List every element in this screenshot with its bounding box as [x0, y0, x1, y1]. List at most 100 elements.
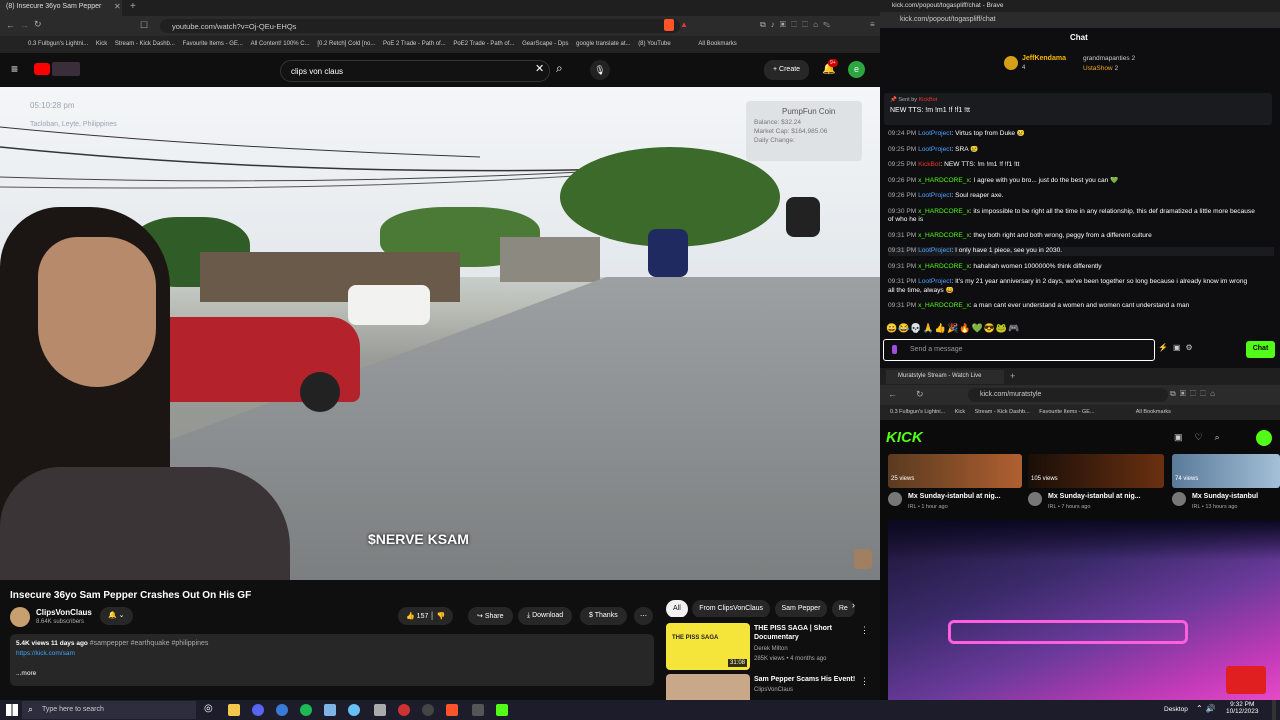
system-tray-icons[interactable]: ⌃🔊	[1196, 704, 1219, 713]
hashtags[interactable]: #sampepper #earthquake #philippines	[90, 640, 209, 647]
kick-logo[interactable]: KICK	[886, 429, 923, 446]
task-view-icon[interactable]: ◎	[204, 703, 213, 714]
taskbar-search-input[interactable]: Type here to search	[22, 701, 196, 719]
channel-avatar[interactable]	[1028, 492, 1042, 506]
search-input[interactable]: clips von claus	[280, 60, 550, 82]
brave-shield-icon[interactable]	[664, 19, 674, 31]
chat-message[interactable]: 09:31 PM x_HARDCORE_x: hahahah women 100…	[888, 263, 1274, 272]
chips-next-icon[interactable]: ›	[852, 600, 855, 610]
new-tab-icon[interactable]: +	[130, 1, 136, 12]
kick-nav-icons[interactable]: ▣♡⌕	[1174, 432, 1232, 443]
edge-icon[interactable]	[276, 704, 288, 716]
menu-icon[interactable]: ≡	[870, 20, 875, 29]
chip-from-channel[interactable]: From ClipsVonClaus	[692, 600, 771, 617]
url-field[interactable]: kick.com/muratstyle	[968, 388, 1168, 402]
app-icon[interactable]	[374, 704, 386, 716]
hamburger-menu-icon[interactable]: ≡	[11, 62, 18, 76]
vod-thumbnail[interactable]: 74 views	[1172, 454, 1280, 488]
chat-message[interactable]: 09:26 PM x_HARDCORE_x: I agree with you …	[888, 177, 1274, 186]
spotify-icon[interactable]	[300, 704, 312, 716]
bookmark-item[interactable]: Stream - Kick Dashb...	[115, 41, 175, 47]
brave-rewards-icon[interactable]: ▲	[680, 20, 688, 29]
show-desktop-button[interactable]	[1272, 700, 1276, 720]
chat-url-bar[interactable]: kick.com/popout/togaspliff/chat	[880, 12, 1280, 28]
forward-icon[interactable]: →	[20, 20, 29, 30]
share-button[interactable]: ↪ Share	[468, 607, 513, 625]
new-tab-icon[interactable]: +	[1010, 371, 1015, 381]
chat-message[interactable]: 09:25 PM KickBot: NEW TTS: !m !m1 !f !f1…	[888, 161, 1274, 170]
rec-thumbnail[interactable]	[666, 674, 750, 700]
pinned-message[interactable]: 📌 Sent by KickBot NEW TTS: !m !m1 !f !f1…	[884, 93, 1272, 125]
chip-all[interactable]: All	[666, 600, 688, 617]
send-chat-button[interactable]: Chat	[1246, 341, 1275, 358]
steam-icon[interactable]	[348, 704, 360, 716]
desktop-label[interactable]: Desktop	[1164, 706, 1188, 713]
rec-thumbnail[interactable]: THE PISS SAGA 31:08	[666, 623, 750, 670]
all-bookmarks[interactable]: All Bookmarks	[1136, 409, 1171, 415]
bookmark-item[interactable]: google translate at...	[576, 41, 630, 47]
chat-message[interactable]: 09:25 PM LootProject: SRA 😢	[888, 146, 1274, 155]
avatar[interactable]	[1256, 430, 1272, 446]
windows-start-icon[interactable]	[6, 704, 18, 716]
bookmark-item[interactable]: PoE 2 Trade - Path of...	[383, 41, 446, 47]
back-icon[interactable]: ←	[6, 20, 15, 30]
rec-channel[interactable]: ClipsVonClaus	[754, 687, 793, 693]
reload-icon[interactable]: ↻	[34, 19, 42, 30]
channel-avatar[interactable]	[1172, 492, 1186, 506]
rec-title[interactable]: THE PISS SAGA | Short Documentary	[754, 624, 854, 642]
bookmark-item[interactable]: GearScape - Dps	[522, 41, 568, 47]
app-icon[interactable]	[422, 704, 434, 716]
rec-more-icon[interactable]: ⋮	[860, 625, 869, 636]
all-bookmarks[interactable]: All Bookmarks	[698, 41, 736, 47]
obs-icon[interactable]	[398, 704, 410, 716]
extension-icons[interactable]: ⧉▣⬚⬚⌂	[1170, 389, 1219, 399]
chat-input[interactable]: Send a message	[883, 339, 1155, 361]
bookmark-item[interactable]: Stream - Kick Dashb...	[975, 409, 1030, 415]
rec-more-icon[interactable]: ⋮	[860, 676, 869, 687]
vod-thumbnail[interactable]: 105 views	[1028, 454, 1164, 488]
chat-message[interactable]: 09:24 PM LootProject: Virtus top from Du…	[888, 130, 1274, 139]
microphone-icon[interactable]: 🎙	[590, 60, 610, 80]
microphone-icon[interactable]	[892, 345, 897, 354]
app-icon[interactable]	[324, 704, 336, 716]
chat-tool-icons[interactable]: ⚡▣⚙	[1158, 343, 1198, 352]
vod-title[interactable]: Mx Sunday-istanbul at nig...	[908, 493, 1001, 500]
chat-message[interactable]: 09:31 PM x_HARDCORE_x: they both right a…	[888, 232, 1274, 241]
youtube-tab[interactable]: (8) Insecure 36yo Sam Pepper	[0, 0, 122, 16]
bookmark-item[interactable]: (8) YouTube	[638, 41, 670, 47]
bookmark-item[interactable]: PoE2 Trade - Path of...	[453, 41, 514, 47]
channel-avatar[interactable]	[888, 492, 902, 506]
vod-title[interactable]: Mx Sunday-istanbul at nig...	[1048, 493, 1141, 500]
chat-message[interactable]: 09:30 PM x_HARDCORE_x: its impossible to…	[888, 208, 1274, 217]
chat-message[interactable]: 09:31 PM x_HARDCORE_x: a man cant ever u…	[888, 302, 1274, 311]
create-button[interactable]: + Create	[764, 60, 810, 80]
bookmark-item[interactable]: 0.3 Fulbgun's Lightni...	[28, 41, 88, 47]
kick-app-icon[interactable]	[496, 704, 508, 716]
discord-icon[interactable]	[252, 704, 264, 716]
more-actions-button[interactable]: ⋯	[634, 607, 653, 625]
extension-icons[interactable]: ⧉♪▣⬚⬚⌂✎	[760, 20, 835, 30]
close-tab-icon[interactable]: ✕	[114, 2, 121, 11]
gifter-entry[interactable]: UstaShow 2	[1083, 65, 1118, 72]
app-icon[interactable]	[472, 704, 484, 716]
show-more-link[interactable]: ...more	[16, 670, 648, 677]
bookmark-item[interactable]: Favourite Items - GE...	[183, 41, 243, 47]
back-icon[interactable]: ←	[888, 389, 897, 399]
bookmark-item[interactable]: Favourite Items - GE...	[1039, 409, 1094, 415]
clear-search-icon[interactable]: ✕	[535, 62, 544, 75]
chat-message[interactable]: 09:26 PM LootProject: Soul reaper axe.	[888, 192, 1274, 201]
bookmark-item[interactable]: 0.3 Fulbgun's Lightni...	[890, 409, 945, 415]
file-explorer-icon[interactable]	[228, 704, 240, 716]
channel-name[interactable]: ClipsVonClaus	[36, 608, 92, 617]
kick-tab[interactable]: Muratstyle Stream - Watch Live	[886, 370, 1004, 384]
youtube-logo-icon[interactable]	[34, 63, 50, 75]
reload-icon[interactable]: ↻	[916, 389, 924, 400]
vod-title[interactable]: Mx Sunday-istanbul	[1192, 493, 1258, 500]
gifter-entry[interactable]: grandmapanties 2	[1083, 55, 1135, 62]
emote-bar[interactable]: 😀😂💀🙏👍🎉🔥💚😎🐸🎮	[886, 323, 1020, 334]
bookmark-item[interactable]: All Content! 100% C...	[251, 41, 310, 47]
chat-message[interactable]: 09:31 PM LootProject: I only have 1 piec…	[888, 247, 1274, 256]
url-field[interactable]: youtube.com/watch?v=Oj-QEu-EHQs	[160, 19, 680, 33]
top-gifter-name[interactable]: JeffKendama	[1022, 55, 1066, 62]
channel-avatar[interactable]	[10, 607, 30, 627]
